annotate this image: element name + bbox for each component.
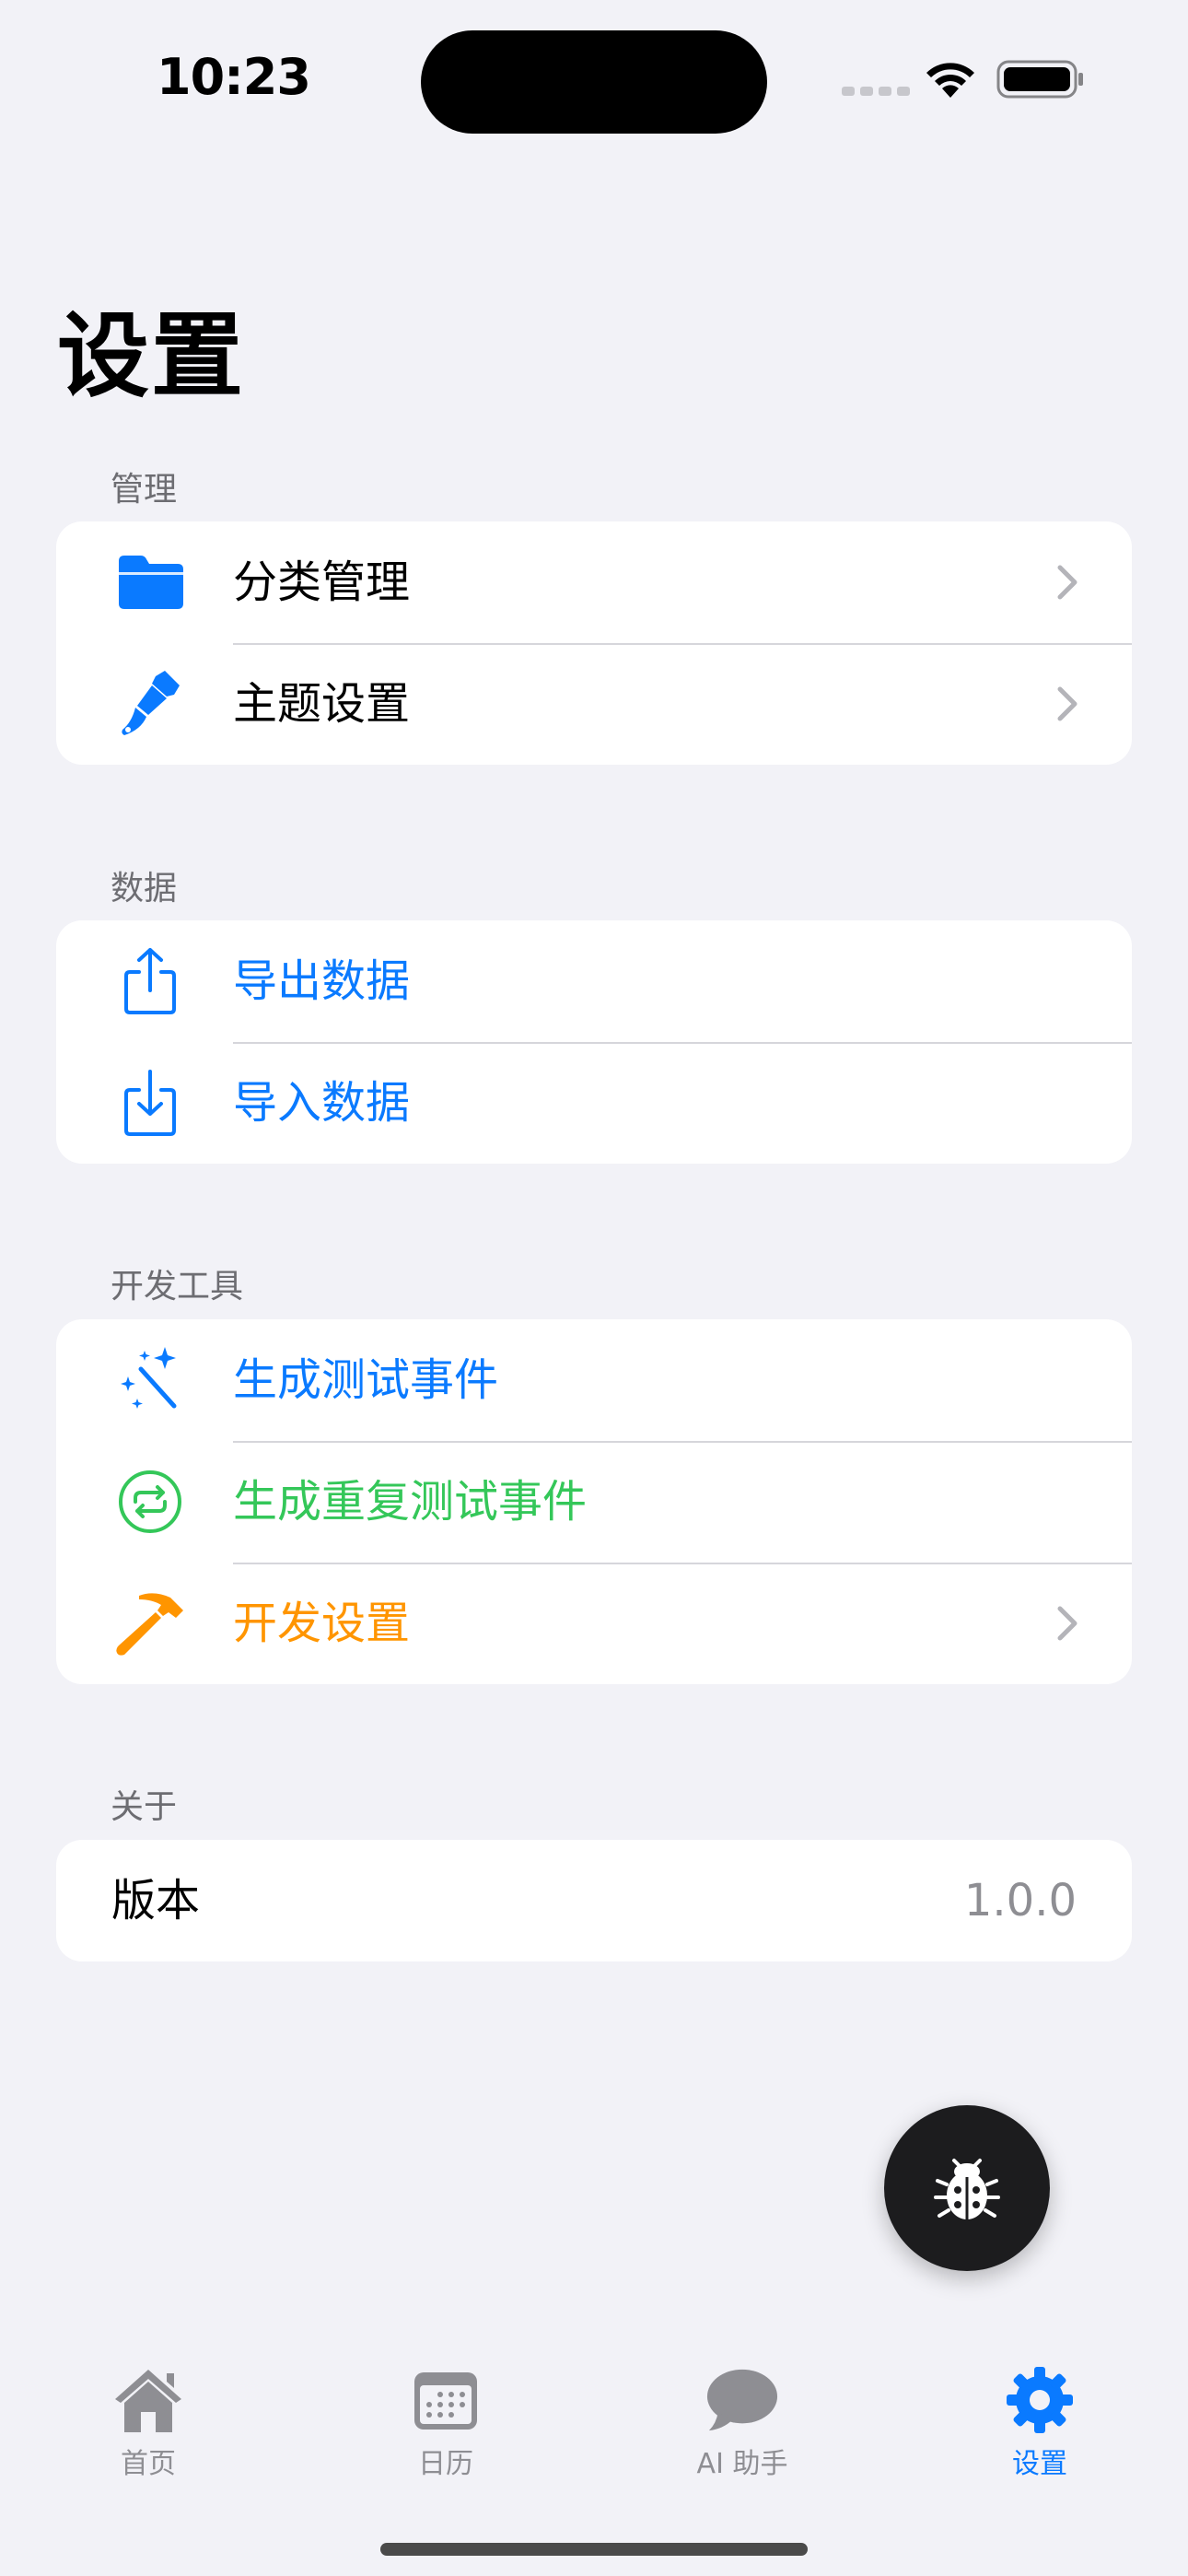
export-data-label: 导出数据: [233, 955, 411, 1007]
tab-calendar-label: 日历: [418, 2448, 473, 2480]
gear-icon: [1003, 2363, 1077, 2437]
theme-settings-row[interactable]: 主题设置: [56, 643, 1132, 765]
chat-bubble-icon: [705, 2363, 779, 2437]
hammer-icon: [111, 1587, 189, 1660]
import-data-row[interactable]: 导入数据: [56, 1042, 1132, 1164]
section-header-data: 数据: [111, 870, 178, 907]
folder-icon: [111, 545, 189, 619]
tab-settings[interactable]: 设置: [938, 2363, 1141, 2501]
version-value: 1.0.0: [963, 1875, 1077, 1926]
tab-settings-label: 设置: [1012, 2448, 1067, 2480]
dynamic-island: [421, 30, 767, 134]
dev-tools-card: 生成测试事件 生成重复测试事件 开发设置: [56, 1319, 1132, 1684]
tab-calendar[interactable]: 日历: [344, 2363, 547, 2501]
repeat-circle-icon: [111, 1465, 189, 1539]
section-header-manage: 管理: [111, 471, 178, 509]
manage-card: 分类管理 主题设置: [56, 521, 1132, 765]
house-icon: [111, 2363, 185, 2437]
status-bar: 10:23: [0, 0, 1188, 157]
page-title: 设置: [57, 302, 245, 410]
section-header-about: 关于: [111, 1788, 178, 1826]
tab-home[interactable]: 首页: [47, 2363, 250, 2501]
calendar-icon: [409, 2363, 483, 2437]
magic-wand-icon: [111, 1343, 189, 1417]
home-indicator: [380, 2543, 808, 2556]
ladybug-icon: [934, 2159, 1000, 2219]
status-time: 10:23: [157, 48, 311, 106]
theme-settings-label: 主题设置: [233, 678, 411, 730]
generate-test-events-label: 生成测试事件: [233, 1354, 499, 1406]
tab-home-label: 首页: [121, 2448, 176, 2480]
developer-settings-label: 开发设置: [233, 1598, 411, 1649]
chevron-right-icon: [1057, 1606, 1077, 1641]
download-tray-icon: [111, 1066, 189, 1140]
paintbrush-icon: [111, 667, 189, 741]
version-label: 版本: [111, 1875, 201, 1926]
chevron-right-icon: [1057, 686, 1077, 721]
section-header-dev-tools: 开发工具: [111, 1268, 244, 1306]
generate-recurring-test-events-row[interactable]: 生成重复测试事件: [56, 1441, 1132, 1563]
wifi-icon: [926, 63, 974, 98]
tab-ai-assistant[interactable]: AI 助手: [641, 2363, 844, 2501]
battery-icon: [996, 60, 1083, 99]
chevron-right-icon: [1057, 565, 1077, 600]
version-row: 版本 1.0.0: [56, 1840, 1132, 1961]
export-data-row[interactable]: 导出数据: [56, 920, 1132, 1042]
import-data-label: 导入数据: [233, 1077, 411, 1129]
generate-recurring-test-events-label: 生成重复测试事件: [233, 1476, 588, 1528]
generate-test-events-row[interactable]: 生成测试事件: [56, 1319, 1132, 1441]
category-management-label: 分类管理: [233, 556, 411, 608]
share-upload-icon: [111, 944, 189, 1018]
cellular-signal-icon: [842, 85, 915, 100]
tab-bar: 首页 日历 AI 助手 设置: [0, 2340, 1188, 2576]
developer-settings-row[interactable]: 开发设置: [56, 1563, 1132, 1684]
category-management-row[interactable]: 分类管理: [56, 521, 1132, 643]
about-card: 版本 1.0.0: [56, 1840, 1132, 1961]
tab-ai-assistant-label: AI 助手: [696, 2448, 788, 2480]
data-card: 导出数据 导入数据: [56, 920, 1132, 1164]
debug-fab-button[interactable]: [884, 2105, 1050, 2271]
